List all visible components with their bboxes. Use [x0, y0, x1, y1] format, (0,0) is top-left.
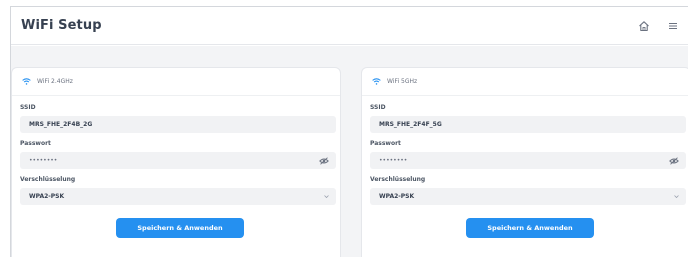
settings-panel: WiFi 2.4GHz SSID MRS_FHE_2F4B_2G Passwor…: [11, 46, 688, 257]
card-header: WiFi 5GHz: [362, 68, 688, 96]
show-password-button[interactable]: [318, 155, 330, 166]
wifi-icon: [372, 78, 381, 85]
eye-off-icon: [669, 156, 679, 165]
ssid-value: MRS_FHE_2F4B_2G: [29, 121, 93, 128]
network-card-2g: WiFi 2.4GHz SSID MRS_FHE_2F4B_2G Passwor…: [11, 67, 341, 257]
band-label: WiFi 5GHz: [387, 78, 418, 85]
menu-icon: [669, 22, 677, 30]
app-header: WiFi Setup: [11, 7, 688, 45]
encryption-select[interactable]: WPA2-PSK: [20, 188, 336, 205]
ssid-input[interactable]: MRS_FHE_2F4B_2G: [20, 116, 336, 133]
password-label: Passwort: [370, 140, 401, 147]
encryption-label: Verschlüsselung: [370, 176, 426, 183]
save-apply-button[interactable]: Speichern & Anwenden: [466, 218, 594, 238]
card-header: WiFi 2.4GHz: [12, 68, 340, 96]
band-label: WiFi 2.4GHz: [37, 78, 73, 85]
password-value: ••••••••: [379, 157, 408, 164]
password-input[interactable]: ••••••••: [20, 152, 336, 169]
ssid-label: SSID: [370, 104, 386, 111]
password-input[interactable]: ••••••••: [370, 152, 686, 169]
home-icon: [639, 21, 649, 32]
show-password-button[interactable]: [668, 155, 680, 166]
ssid-value: MRS_FHE_2F4F_5G: [379, 121, 442, 128]
ssid-label: SSID: [20, 104, 36, 111]
ssid-input[interactable]: MRS_FHE_2F4F_5G: [370, 116, 686, 133]
page-title: WiFi Setup: [21, 18, 102, 33]
encryption-value: WPA2-PSK: [379, 193, 415, 200]
encryption-select[interactable]: WPA2-PSK: [370, 188, 686, 205]
network-card-5g: WiFi 5GHz SSID MRS_FHE_2F4F_5G Passwort …: [361, 67, 688, 257]
chevron-down-icon: [324, 195, 329, 199]
eye-off-icon: [319, 156, 329, 165]
wifi-icon: [22, 78, 31, 85]
home-button[interactable]: [634, 16, 654, 36]
password-value: ••••••••: [29, 157, 58, 164]
chevron-down-icon: [674, 195, 679, 199]
password-label: Passwort: [20, 140, 51, 147]
app-window: WiFi Setup WiFi 2.4GHz SSID MRS_FHE_2F4B…: [10, 6, 688, 257]
save-apply-button[interactable]: Speichern & Anwenden: [116, 218, 244, 238]
menu-button[interactable]: [663, 16, 683, 36]
encryption-value: WPA2-PSK: [29, 193, 65, 200]
encryption-label: Verschlüsselung: [20, 176, 76, 183]
